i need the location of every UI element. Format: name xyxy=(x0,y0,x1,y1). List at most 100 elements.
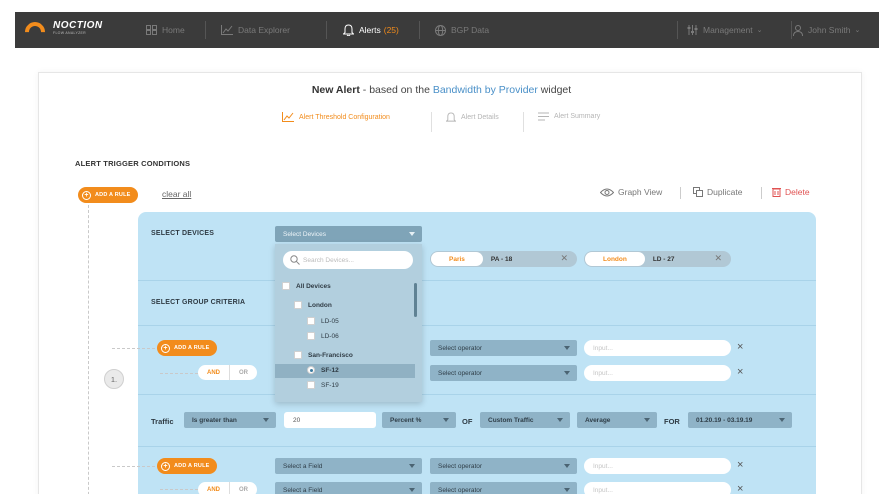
caret-down-icon xyxy=(779,418,785,422)
or-option[interactable]: OR xyxy=(230,482,257,494)
plus-circle-icon: + xyxy=(161,461,170,471)
traffic-value-input[interactable]: 20 xyxy=(284,412,376,428)
checkbox[interactable] xyxy=(294,351,302,359)
value-input[interactable]: Input... xyxy=(584,458,731,474)
close-icon[interactable]: × xyxy=(737,342,743,353)
clear-all-link[interactable]: clear all xyxy=(162,189,191,199)
date-range-select[interactable]: 01.20.19 - 03.19.19 xyxy=(688,412,792,428)
caret-down-icon xyxy=(409,464,415,468)
logo-name: NOCTION xyxy=(53,19,103,31)
value-input[interactable]: Input... xyxy=(584,340,731,356)
and-option[interactable]: AND xyxy=(198,365,230,380)
wizard-steps: Alert Threshold Configuration Alert Deta… xyxy=(0,112,883,132)
caret-down-icon xyxy=(564,371,570,375)
close-icon[interactable]: × xyxy=(737,460,743,471)
device-tag-london[interactable]: London LD - 27 ✕ xyxy=(584,251,731,267)
option-ld-05[interactable]: LD-05 xyxy=(307,317,339,325)
list-icon xyxy=(538,112,549,121)
add-rule-button[interactable]: + ADD A RULE xyxy=(157,458,217,474)
step-alert-details[interactable]: Alert Details xyxy=(446,112,499,123)
value-input[interactable]: Input... xyxy=(584,365,731,381)
caret-down-icon xyxy=(564,346,570,350)
step-alert-summary[interactable]: Alert Summary xyxy=(538,112,600,121)
trash-icon xyxy=(772,188,781,197)
device-search-input[interactable]: Search Devices... xyxy=(283,251,413,269)
traffic-unit-select[interactable]: Percent % xyxy=(382,412,456,428)
graph-view-button[interactable]: Graph View xyxy=(600,187,662,197)
select-devices-dropdown[interactable]: Select Devices xyxy=(275,226,422,242)
page-title: New Alert - based on the Bandwidth by Pr… xyxy=(311,84,572,96)
add-rule-button[interactable]: + ADD A RULE xyxy=(78,187,138,203)
plus-circle-icon: + xyxy=(161,343,170,353)
operator-select[interactable]: Select operator xyxy=(430,365,577,381)
logo-icon xyxy=(20,17,50,47)
copy-icon xyxy=(693,187,703,197)
search-icon xyxy=(290,255,300,265)
and-option[interactable]: AND xyxy=(198,482,230,494)
close-icon[interactable]: ✕ xyxy=(714,253,722,264)
checkbox[interactable] xyxy=(294,301,302,309)
option-all-devices[interactable]: All Devices xyxy=(282,282,331,290)
bell-icon xyxy=(446,112,456,122)
chevron-down-icon: ⌄ xyxy=(854,27,861,34)
option-sf-12[interactable]: SF-12 xyxy=(307,366,339,374)
value-input[interactable]: Input... xyxy=(584,482,731,494)
group-criteria-label: SELECT GROUP CRITERIA xyxy=(151,299,246,306)
traffic-condition-select[interactable]: Is greater than xyxy=(184,412,276,428)
close-icon[interactable]: × xyxy=(737,367,743,378)
plus-circle-icon: + xyxy=(82,190,91,200)
nav-data-explorer[interactable]: Data Explorer xyxy=(221,12,290,48)
and-or-toggle[interactable]: AND OR xyxy=(198,365,257,380)
field-select[interactable]: Select a Field xyxy=(275,458,422,474)
close-icon[interactable]: ✕ xyxy=(560,253,568,264)
aggregation-select[interactable]: Average xyxy=(577,412,657,428)
field-select[interactable]: Select a Field xyxy=(275,482,422,494)
operator-select[interactable]: Select operator xyxy=(430,482,577,494)
option-london[interactable]: London xyxy=(294,301,332,309)
nav-management[interactable]: Management ⌄ xyxy=(687,12,763,48)
caret-down-icon xyxy=(564,464,570,468)
user-icon xyxy=(793,24,803,36)
nav-bgp-data[interactable]: BGP Data xyxy=(435,12,489,48)
section-title: ALERT TRIGGER CONDITIONS xyxy=(75,159,191,168)
or-option[interactable]: OR xyxy=(230,365,257,380)
nav-user-menu[interactable]: John Smith ⌄ xyxy=(793,12,860,48)
option-sf-19[interactable]: SF-19 xyxy=(307,381,339,389)
select-devices-label: SELECT DEVICES xyxy=(151,230,215,237)
delete-button[interactable]: Delete xyxy=(772,187,810,197)
caret-down-icon xyxy=(443,418,449,422)
devices-dropdown-menu: Search Devices... xyxy=(275,244,422,402)
and-or-toggle[interactable]: AND OR xyxy=(198,482,257,494)
home-grid-icon xyxy=(146,25,157,35)
nav-home[interactable]: Home xyxy=(146,12,185,48)
rule-number: 1. xyxy=(104,369,124,389)
checkbox[interactable] xyxy=(282,282,290,290)
noction-logo[interactable]: NOCTION FLOW ANALYZER xyxy=(20,17,103,47)
radio-selected[interactable] xyxy=(307,366,315,374)
checkbox[interactable] xyxy=(307,317,315,325)
caret-down-icon xyxy=(409,488,415,492)
top-navigation-bar: NOCTION FLOW ANALYZER Home Data Explorer… xyxy=(15,12,879,48)
bell-icon xyxy=(343,24,354,36)
dropdown-scrollbar[interactable] xyxy=(414,283,417,317)
option-san-francisco[interactable]: San-Francisco xyxy=(294,351,353,359)
operator-select[interactable]: Select operator xyxy=(430,340,577,356)
nav-alerts[interactable]: Alerts (25) xyxy=(343,12,399,48)
alerts-count-badge: (25) xyxy=(383,25,399,35)
widget-link[interactable]: Bandwidth by Provider xyxy=(433,84,538,96)
checkbox[interactable] xyxy=(307,381,315,389)
caret-down-icon xyxy=(644,418,650,422)
checkbox[interactable] xyxy=(307,332,315,340)
add-rule-button[interactable]: + ADD A RULE xyxy=(157,340,217,356)
option-ld-06[interactable]: LD-06 xyxy=(307,332,339,340)
step-threshold-configuration[interactable]: Alert Threshold Configuration xyxy=(282,112,390,122)
caret-down-icon xyxy=(557,418,563,422)
duplicate-button[interactable]: Duplicate xyxy=(693,187,742,197)
selected-row-highlight xyxy=(275,364,415,378)
close-icon[interactable]: × xyxy=(737,484,743,494)
logo-subtitle: FLOW ANALYZER xyxy=(53,30,87,35)
operator-select[interactable]: Select operator xyxy=(430,458,577,474)
traffic-type-select[interactable]: Custom Traffic xyxy=(480,412,570,428)
eye-icon xyxy=(600,188,614,196)
device-tag-paris[interactable]: Paris PA - 18 ✕ xyxy=(430,251,577,267)
